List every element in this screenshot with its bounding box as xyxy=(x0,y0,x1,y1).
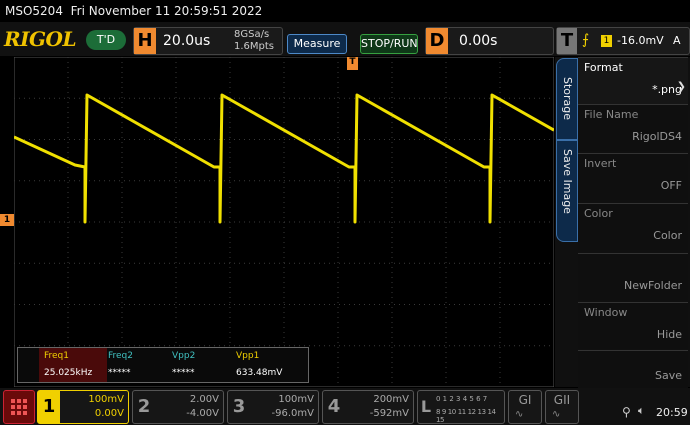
channel2-scale: 2.00V xyxy=(189,394,219,405)
delay-label: D xyxy=(426,28,448,54)
menu-color-value: Color xyxy=(653,229,682,242)
trigger-source: 1 xyxy=(601,35,612,47)
channel2-number: 2 xyxy=(137,396,151,417)
measure-freq1-value: 25.025kHz xyxy=(44,368,93,378)
clock-time: 20:59 xyxy=(656,406,688,419)
channel1-box[interactable]: 1 100mV 0.00V xyxy=(37,390,129,424)
channel4-scale: 200mV xyxy=(373,394,409,405)
menu-save-value: Save xyxy=(654,369,682,382)
menu-format-label: Format xyxy=(584,61,623,74)
tab-save-image[interactable]: Save Image xyxy=(556,140,578,242)
channel1-number: 1 xyxy=(38,391,60,423)
measure-freq1-name: Freq1 xyxy=(44,351,70,361)
logic-channels-row1: 0 1 2 3 4 5 6 7 xyxy=(436,395,488,403)
status-text: MSO5204 Fri November 11 20:59:51 2022 xyxy=(5,4,262,18)
delay-value: 0.00s xyxy=(459,33,498,49)
measure-vpp1-value: 633.48mV xyxy=(236,368,283,378)
menu-filename-value: RigolDS4 xyxy=(632,130,682,143)
tab-save-image-label: Save Image xyxy=(561,149,574,214)
tab-storage-label: Storage xyxy=(561,77,574,121)
logic-label: L xyxy=(420,397,432,416)
logic-analyzer-box[interactable]: L 0 1 2 3 4 5 6 7 8 9 10 11 12 13 14 15 xyxy=(417,390,505,424)
channel4-number: 4 xyxy=(327,396,341,417)
channel2-offset: -4.00V xyxy=(186,408,219,419)
sample-rate: 8GSa/s xyxy=(234,29,270,40)
waveform-display[interactable] xyxy=(14,57,554,387)
memory-depth: 1.6Mpts xyxy=(234,41,275,52)
menu-invert-label: Invert xyxy=(584,157,617,170)
menu-window-value: Hide xyxy=(656,328,682,341)
menu-save[interactable]: Save xyxy=(578,350,688,388)
channel3-box[interactable]: 3 100mV -96.0mV xyxy=(227,390,319,424)
rigol-logo: RIGOL xyxy=(4,27,77,51)
menu-newfolder-value: NewFolder xyxy=(624,279,682,292)
sine-wave-icon: ∿ xyxy=(552,409,561,420)
channel3-offset: -96.0mV xyxy=(271,408,314,419)
trigger-mode: A xyxy=(673,34,681,47)
trigger-status-badge: T'D xyxy=(86,30,126,50)
menu-file-name[interactable]: File Name RigolDS4 xyxy=(578,104,688,151)
measure-freq2-value: ***** xyxy=(108,368,131,378)
trigger-label: T xyxy=(557,28,577,54)
home-menu-button[interactable] xyxy=(3,390,35,424)
generator1-button[interactable]: GI ∿ xyxy=(508,390,542,424)
status-bar: MSO5204 Fri November 11 20:59:51 2022 xyxy=(0,0,690,22)
menu-color[interactable]: Color Color xyxy=(578,203,688,250)
channel1-offset-marker[interactable]: 1 xyxy=(0,214,14,226)
grid-menu-icon xyxy=(11,399,27,415)
generator2-label: GII xyxy=(553,393,571,407)
menu-invert-value: OFF xyxy=(660,179,682,192)
trigger-position-marker[interactable]: T xyxy=(347,57,358,70)
channel1-scale: 100mV xyxy=(88,394,124,405)
menu-invert[interactable]: Invert OFF xyxy=(578,153,688,200)
measure-vpp1-name: Vpp1 xyxy=(236,351,260,361)
menu-new-folder[interactable]: NewFolder xyxy=(578,253,688,300)
stop-run-button[interactable]: STOP/RUN xyxy=(360,34,418,54)
generator1-label: GI xyxy=(518,393,532,407)
date-time: Fri November 11 20:59:51 2022 xyxy=(70,4,263,18)
speaker-icon[interactable]: 🔈︎ xyxy=(638,404,645,418)
rising-edge-icon: ⨍ xyxy=(582,32,590,48)
channel4-offset: -592mV xyxy=(369,408,409,419)
generator2-button[interactable]: GII ∿ xyxy=(545,390,579,424)
measure-vpp2-name: Vpp2 xyxy=(172,351,196,361)
measurement-panel: Freq1 25.025kHz Freq2 ***** Vpp2 ***** V… xyxy=(17,347,309,383)
timebase-value: 20.0us xyxy=(163,33,211,49)
logic-channels-row2: 8 9 10 11 12 13 14 15 xyxy=(436,408,496,424)
measure-freq2-name: Freq2 xyxy=(108,351,134,361)
measure-button[interactable]: Measure xyxy=(287,34,347,54)
menu-color-label: Color xyxy=(584,207,613,220)
tab-storage[interactable]: Storage xyxy=(556,58,578,140)
menu-format[interactable]: Format *.png ❯ xyxy=(578,57,688,104)
chevron-right-icon: ❯ xyxy=(676,80,686,93)
channel2-box[interactable]: 2 2.00V -4.00V xyxy=(132,390,224,424)
channel3-number: 3 xyxy=(232,396,246,417)
channel4-box[interactable]: 4 200mV -592mV xyxy=(322,390,414,424)
menu-filename-label: File Name xyxy=(584,108,639,121)
menu-window-label: Window xyxy=(584,306,628,319)
trigger-level: -16.0mV xyxy=(617,34,664,47)
menu-window[interactable]: Window Hide xyxy=(578,302,688,349)
usb-icon: ⚲ xyxy=(622,405,631,419)
horizontal-panel[interactable]: H 20.0us 8GSa/s 1.6Mpts xyxy=(133,27,283,55)
channel3-scale: 100mV xyxy=(278,394,314,405)
trigger-panel[interactable]: T ⨍ 1 -16.0mV A xyxy=(556,27,690,55)
sine-wave-icon: ∿ xyxy=(515,409,524,420)
model-name: MSO5204 xyxy=(5,4,63,18)
measure-vpp2-value: ***** xyxy=(172,368,195,378)
horizontal-label: H xyxy=(134,28,156,54)
delay-panel[interactable]: D 0.00s xyxy=(425,27,554,55)
channel1-offset: 0.00V xyxy=(94,408,124,419)
